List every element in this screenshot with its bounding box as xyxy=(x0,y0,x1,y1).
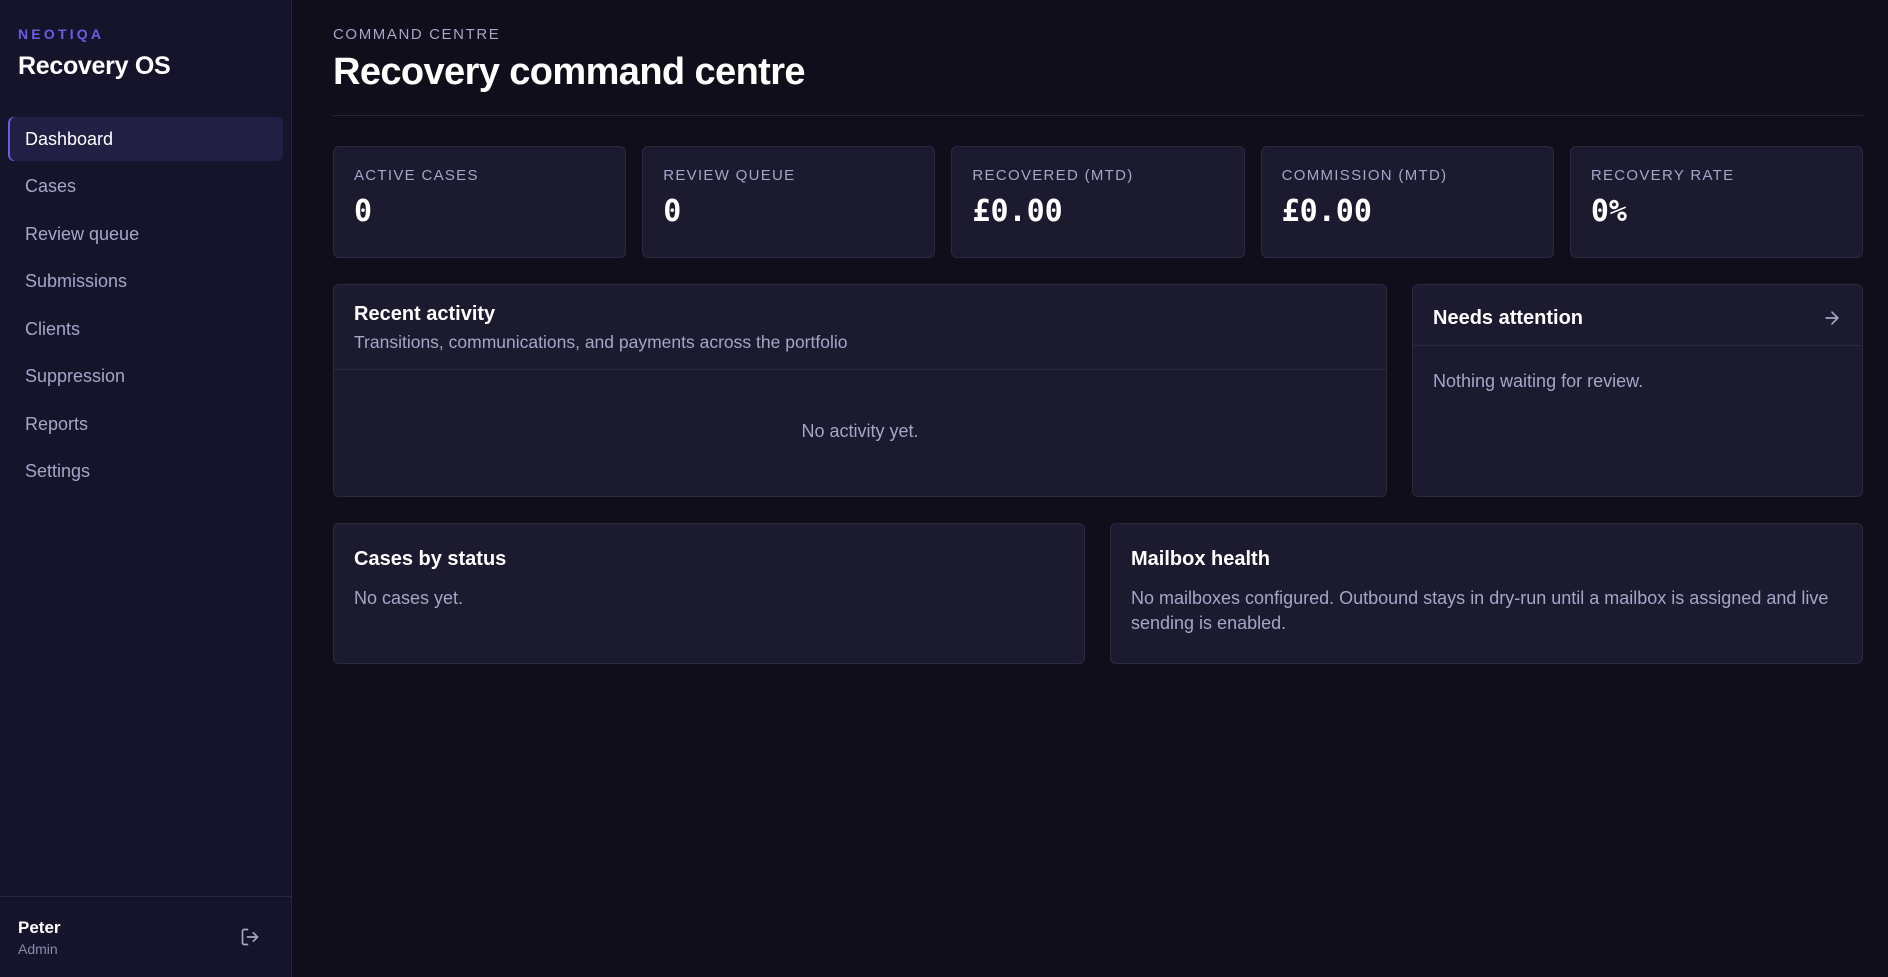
arrow-right-icon xyxy=(1825,311,1839,325)
stat-value: £0.00 xyxy=(1281,194,1372,229)
recent-activity-header: Recent activity Transitions, communicati… xyxy=(334,285,1386,370)
header-divider xyxy=(333,115,1863,116)
mailbox-health-title: Mailbox health xyxy=(1131,548,1270,570)
mailbox-health-card: Mailbox health No mailboxes configured. … xyxy=(1110,523,1863,664)
sidebar-item-settings[interactable]: Settings xyxy=(8,450,283,494)
logout-icon xyxy=(241,928,259,946)
cases-by-status-title: Cases by status xyxy=(354,548,507,570)
stat-label: RECOVERY RATE xyxy=(1590,167,1735,184)
sidebar-item-suppression[interactable]: Suppression xyxy=(8,355,283,399)
sidebar-nav: Dashboard Cases Review queue Submissions… xyxy=(0,117,291,494)
stat-label: RECOVERED (MTD) xyxy=(972,167,1134,184)
sidebar-item-dashboard[interactable]: Dashboard xyxy=(8,117,283,161)
recent-activity-subtitle: Transitions, communications, and payment… xyxy=(354,332,848,352)
cases-by-status-card: Cases by status No cases yet. xyxy=(333,523,1085,664)
stat-label: ACTIVE CASES xyxy=(354,167,479,184)
sidebar-item-review-queue[interactable]: Review queue xyxy=(8,212,283,256)
sidebar: NEOTIQA Recovery OS Dashboard Cases Revi… xyxy=(0,0,292,977)
stats-row: ACTIVE CASES 0 REVIEW QUEUE 0 RECOVERED … xyxy=(333,146,1864,258)
stat-value: £0.00 xyxy=(972,194,1063,229)
sidebar-item-submissions[interactable]: Submissions xyxy=(8,260,283,304)
recent-activity-title: Recent activity xyxy=(354,303,496,325)
sidebar-footer: Peter Admin xyxy=(0,896,291,977)
user-name: Peter xyxy=(18,917,61,937)
recent-activity-card: Recent activity Transitions, communicati… xyxy=(333,284,1387,497)
needs-attention-header: Needs attention xyxy=(1413,285,1862,346)
stat-card-commission: COMMISSION (MTD) £0.00 xyxy=(1260,146,1554,258)
stat-card-review-queue: REVIEW QUEUE 0 xyxy=(642,146,936,258)
page-kicker: COMMAND CENTRE xyxy=(333,26,501,43)
stat-value: 0 xyxy=(663,194,682,229)
stat-card-recovery-rate: RECOVERY RATE 0% xyxy=(1569,146,1864,258)
cases-by-status-empty: No cases yet. xyxy=(354,588,464,608)
stat-label: REVIEW QUEUE xyxy=(663,167,796,184)
stat-label: COMMISSION (MTD) xyxy=(1281,167,1448,184)
needs-attention-empty: Nothing waiting for review. xyxy=(1433,371,1644,391)
status-row: Cases by status No cases yet. Mailbox he… xyxy=(333,523,1863,664)
user-role: Admin xyxy=(18,940,58,957)
stat-value: 0% xyxy=(1590,194,1627,229)
user-info: Peter Admin xyxy=(18,918,61,957)
page-title: Recovery command centre xyxy=(333,51,806,93)
stat-card-active-cases: ACTIVE CASES 0 xyxy=(333,146,627,258)
stat-card-recovered: RECOVERED (MTD) £0.00 xyxy=(951,146,1245,258)
brand: NEOTIQA Recovery OS xyxy=(0,0,291,81)
brand-kicker: NEOTIQA xyxy=(18,26,105,42)
recent-activity-empty: No activity yet. xyxy=(801,421,919,441)
brand-title: Recovery OS xyxy=(18,52,171,80)
sidebar-item-clients[interactable]: Clients xyxy=(8,307,283,351)
sidebar-item-cases[interactable]: Cases xyxy=(8,165,283,209)
logout-button[interactable] xyxy=(235,922,265,952)
needs-attention-card: Needs attention Nothing waiting for revi… xyxy=(1412,284,1863,497)
mailbox-health-text: No mailboxes configured. Outbound stays … xyxy=(1131,588,1829,633)
needs-attention-title: Needs attention xyxy=(1433,306,1584,329)
main-content: COMMAND CENTRE Recovery command centre A… xyxy=(292,0,1888,977)
app-shell: NEOTIQA Recovery OS Dashboard Cases Revi… xyxy=(0,0,1888,977)
stat-value: 0 xyxy=(354,194,373,229)
activity-row: Recent activity Transitions, communicati… xyxy=(333,284,1863,497)
needs-attention-link[interactable] xyxy=(1822,308,1842,328)
sidebar-item-reports[interactable]: Reports xyxy=(8,402,283,446)
